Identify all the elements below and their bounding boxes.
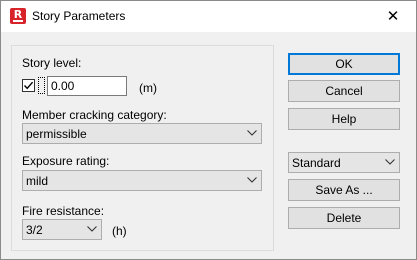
ok-button[interactable]: OK: [288, 53, 400, 75]
exposure-label: Exposure rating:: [22, 154, 110, 168]
dialog-title: Story Parameters: [32, 9, 126, 23]
story-parameters-dialog: R Story Parameters ✕ Story level: 0.00 (…: [0, 0, 417, 260]
member-cracking-label: Member cracking category:: [22, 108, 167, 122]
fire-resistance-value: 3/2: [26, 223, 43, 237]
focus-indicator: [38, 77, 45, 94]
exposure-value: mild: [26, 174, 49, 188]
story-level-unit: (m): [139, 81, 157, 95]
member-cracking-dropdown[interactable]: permissible: [22, 123, 262, 144]
title-bar[interactable]: R Story Parameters ✕: [1, 1, 416, 32]
exposure-dropdown[interactable]: mild: [22, 170, 262, 191]
preset-value: Standard: [292, 156, 341, 170]
close-icon: ✕: [386, 7, 400, 25]
help-button[interactable]: Help: [288, 108, 400, 130]
delete-button[interactable]: Delete: [288, 207, 400, 229]
fire-resistance-label: Fire resistance:: [22, 204, 105, 218]
member-cracking-value: permissible: [26, 127, 87, 141]
preset-dropdown[interactable]: Standard: [288, 152, 400, 173]
cancel-button[interactable]: Cancel: [288, 80, 400, 102]
chevron-down-icon: [247, 177, 257, 183]
chevron-down-icon: [385, 159, 395, 165]
story-level-label: Story level:: [22, 56, 82, 70]
story-level-checkbox[interactable]: [22, 79, 35, 92]
chevron-down-icon: [87, 226, 97, 232]
close-button[interactable]: ✕: [370, 1, 416, 32]
save-as-button[interactable]: Save As ...: [288, 179, 400, 201]
app-logo-icon: R: [10, 8, 26, 24]
chevron-down-icon: [247, 130, 257, 136]
story-level-input[interactable]: 0.00: [47, 76, 127, 96]
fire-resistance-dropdown[interactable]: 3/2: [22, 219, 102, 240]
fire-resistance-unit: (h): [112, 224, 127, 238]
checkmark-icon: [23, 81, 34, 90]
